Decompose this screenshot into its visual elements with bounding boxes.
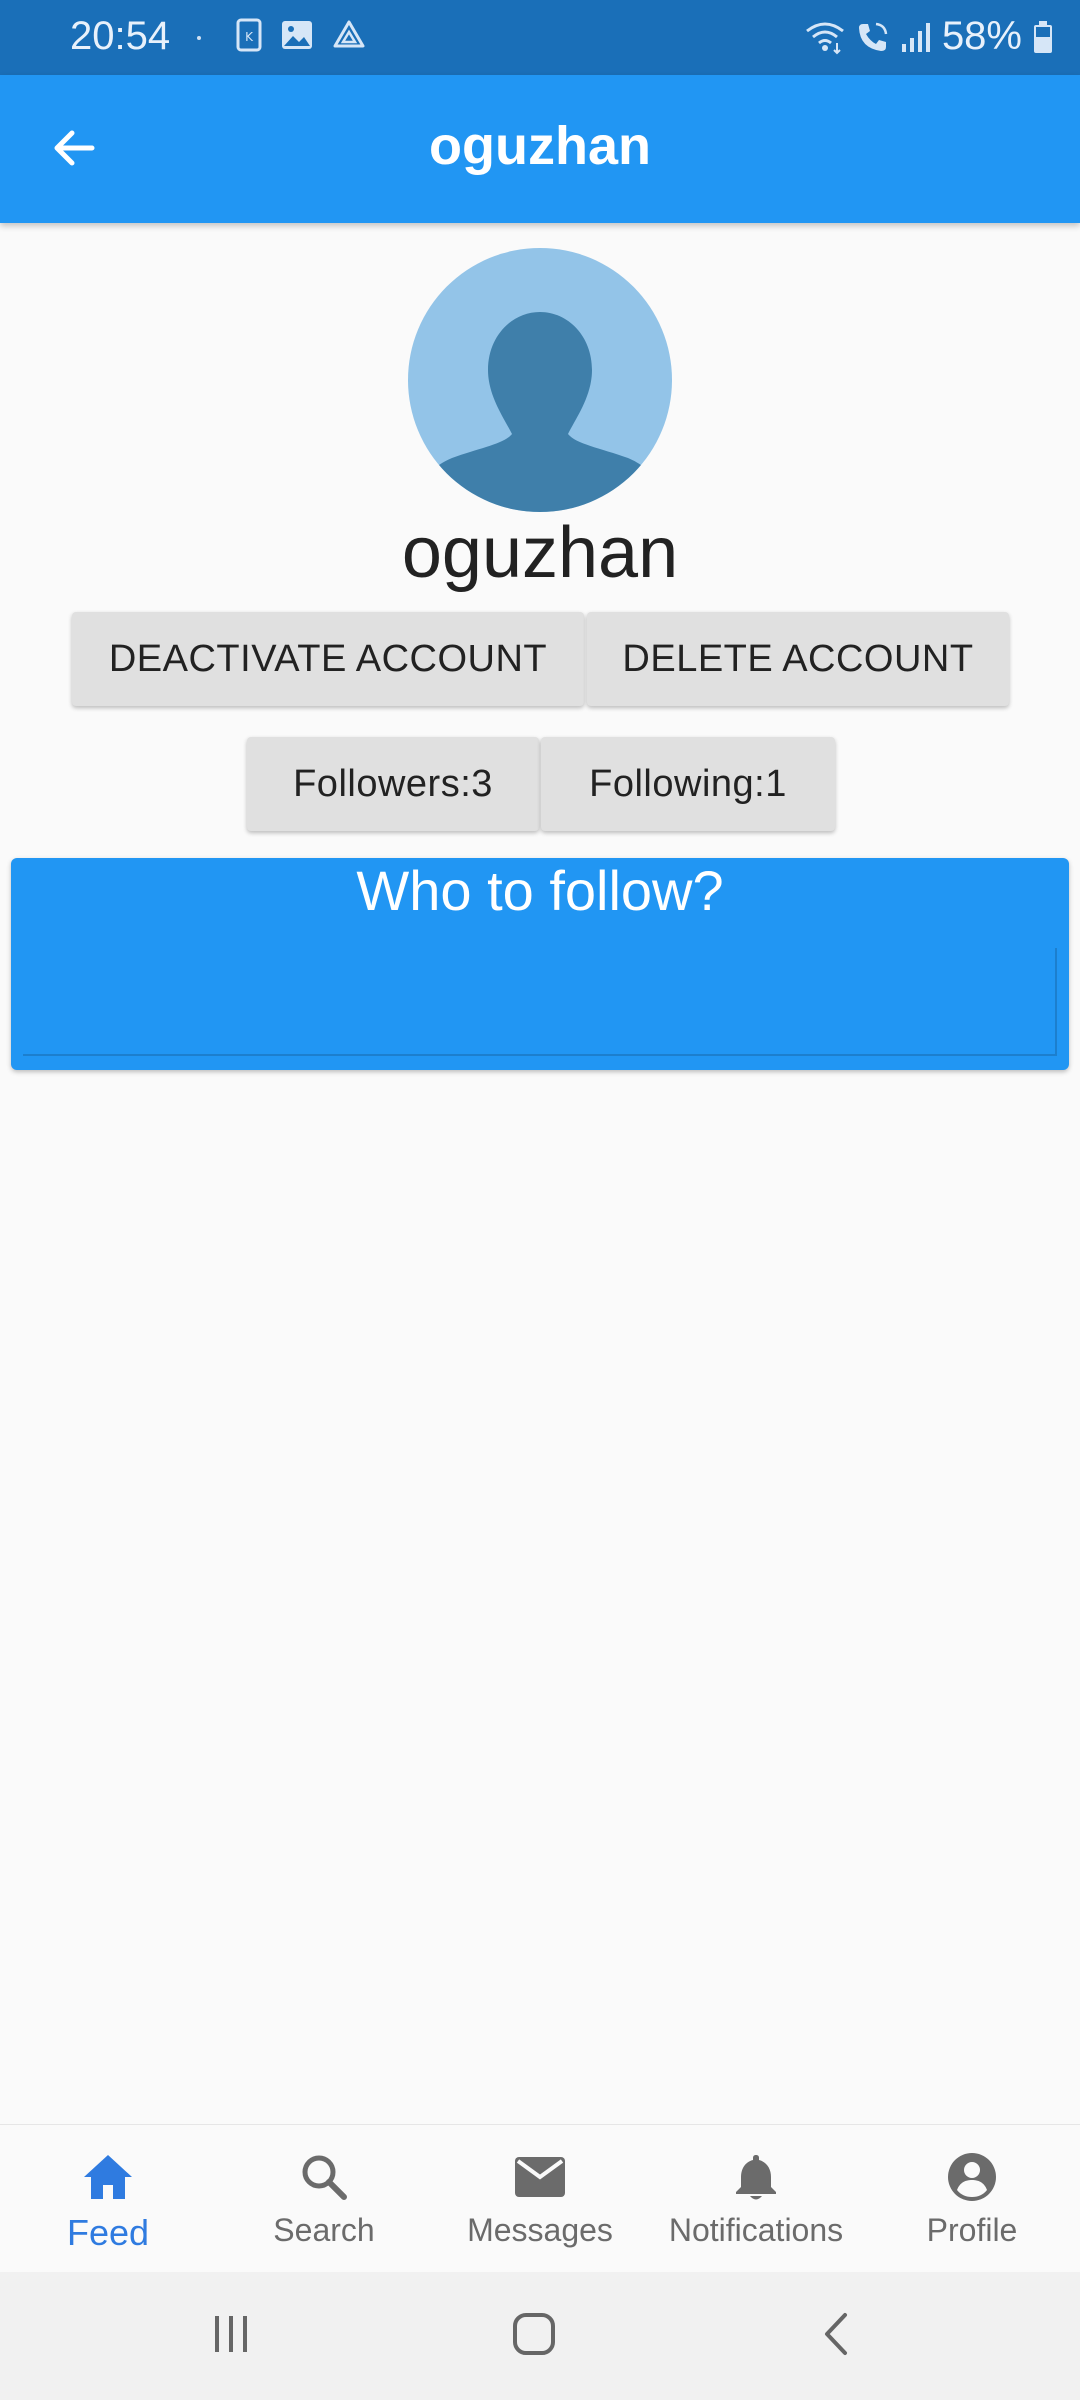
nav-label-messages: Messages [467,2212,613,2248]
image-icon [280,18,314,57]
account-circle-icon [944,2151,1000,2208]
avatar [408,248,672,512]
who-to-follow-card: Who to follow? [11,858,1069,1070]
call-icon [856,20,890,54]
nav-item-feed[interactable]: Feed [0,2125,216,2272]
app-bar: oguzhan [0,75,1080,223]
battery-icon [1032,20,1054,54]
status-dot [197,36,201,40]
nav-label-notifications: Notifications [668,2212,844,2248]
home-square-icon [511,2311,557,2362]
status-time: 20:54 [70,14,171,58]
status-right: 58% [804,14,1054,59]
profile-name: oguzhan [401,513,679,593]
nav-label-profile: Profile [926,2212,1018,2248]
battery-percent: 58% [941,14,1022,58]
svg-text:K: K [245,30,254,44]
following-button[interactable]: Following:1 [541,737,835,831]
home-system-button[interactable] [494,2306,574,2366]
followers-button[interactable]: Followers:3 [247,737,539,831]
nav-label-feed: Feed [66,2212,150,2253]
status-bar: 20:54 K 58% [0,0,1080,75]
recent-apps-button[interactable] [191,2306,271,2366]
default-avatar-icon [430,312,650,512]
delete-account-button[interactable]: DELETE ACCOUNT [587,612,1009,706]
system-navigation-bar [0,2272,1080,2400]
search-icon [296,2151,352,2208]
recent-apps-icon [209,2312,253,2361]
nav-item-notifications[interactable]: Notifications [648,2125,864,2272]
kakao-icon: K [236,18,262,57]
nav-item-profile[interactable]: Profile [864,2125,1080,2272]
back-system-button[interactable] [797,2306,877,2366]
chevron-left-icon [817,2311,857,2362]
bottom-navigation: Feed Search Messages Notifications Profi… [0,2124,1080,2272]
nav-item-messages[interactable]: Messages [432,2125,648,2272]
mail-icon [512,2151,568,2208]
signal-icon [900,20,932,54]
nav-label-search: Search [273,2212,375,2248]
bell-icon [728,2151,784,2208]
nav-item-search[interactable]: Search [216,2125,432,2272]
status-notification-icons: K [236,18,366,57]
wifi-icon [804,19,846,55]
who-to-follow-title: Who to follow? [356,859,724,922]
deactivate-account-button[interactable]: DEACTIVATE ACCOUNT [72,612,584,706]
page-title: oguzhan [429,116,651,176]
home-icon [80,2151,136,2208]
who-to-follow-list[interactable] [23,948,1057,1056]
drive-icon [332,18,366,57]
